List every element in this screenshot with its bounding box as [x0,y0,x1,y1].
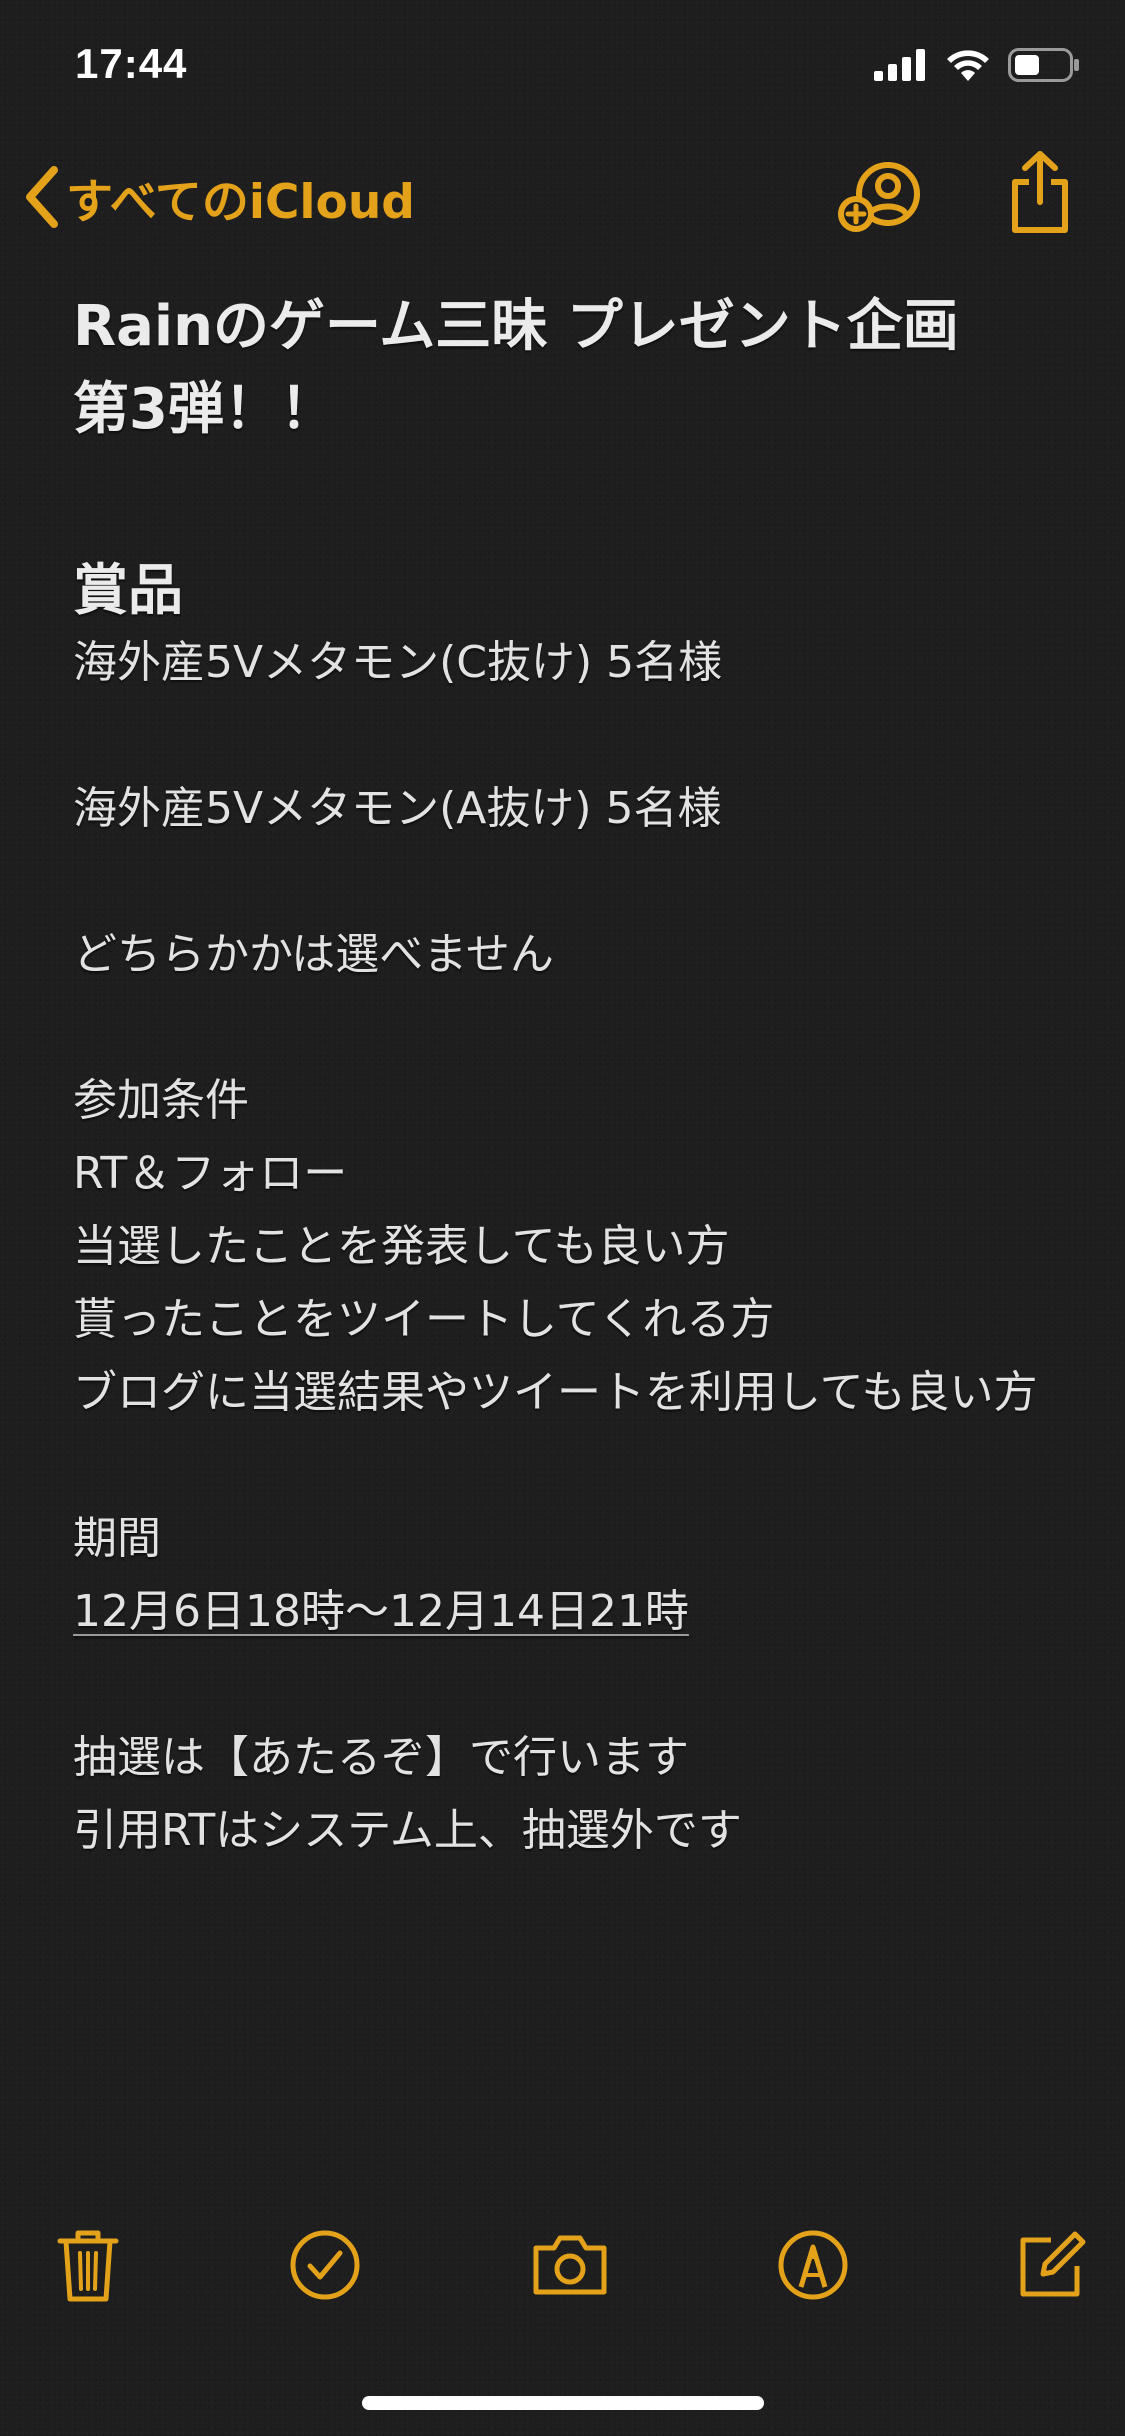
compose-icon [1020,2231,1086,2297]
checklist-icon [290,2230,360,2300]
lottery-line-1: 抽選は【あたるぞ】で行います [73,1732,689,1783]
condition-line: 当選したことを発表しても良い方 [73,1221,730,1272]
cellular-signal-icon [874,49,925,81]
condition-line: RT＆フォロー [73,1148,348,1199]
add-person-button[interactable] [838,156,922,240]
period-date-link[interactable]: 12月6日18時〜12月14日21時 [73,1586,689,1637]
note-title-line-1: Rainのゲーム三昧 プレゼント企画 [73,294,959,359]
markup-icon [778,2230,848,2300]
navigation-bar: すべてのiCloud [0,150,1125,250]
bottom-toolbar [0,2225,1125,2315]
period-heading: 期間 [73,1513,161,1564]
condition-line: ブログに当選結果やツイートを利用しても良い方 [73,1367,1038,1418]
status-icons [874,48,1080,82]
share-icon [1012,151,1068,233]
home-indicator[interactable] [362,2396,764,2410]
checklist-button[interactable] [285,2225,365,2305]
prize-heading: 賞品 [73,558,184,622]
trash-icon [57,2230,119,2302]
battery-icon [1008,48,1079,82]
chevron-left-icon [26,166,58,228]
back-button[interactable]: すべてのiCloud [22,162,415,232]
status-time: 17:44 [75,40,188,87]
prize-note: どちらかかは選べません [73,929,554,980]
lottery-line-2: 引用RTはシステム上、抽選外です [73,1805,742,1856]
prize-line-2: 海外産5Vメタモン(A抜け) 5名様 [73,783,722,834]
condition-line: 貰ったことをツイートしてくれる方 [73,1294,775,1345]
note-title-line-2: 第3弾！！ [73,377,336,442]
share-button[interactable] [1005,150,1075,240]
note-body[interactable]: Rainのゲーム三昧 プレゼント企画 第3弾！！ 賞品 海外産5Vメタモン(C抜… [73,285,1063,1867]
note-title: Rainのゲーム三昧 プレゼント企画 第3弾！！ [73,285,1063,451]
camera-button[interactable] [530,2225,610,2305]
status-bar: 17:44 [0,0,1125,135]
delete-button[interactable] [48,2225,128,2305]
add-person-icon [838,162,920,232]
conditions-heading: 参加条件 [73,1075,249,1126]
camera-icon [533,2235,607,2295]
compose-button[interactable] [1012,2225,1092,2305]
markup-button[interactable] [773,2225,853,2305]
back-label: すべてのiCloud [66,174,415,230]
wifi-icon [947,50,989,81]
prize-line-1: 海外産5Vメタモン(C抜け) 5名様 [73,637,723,688]
